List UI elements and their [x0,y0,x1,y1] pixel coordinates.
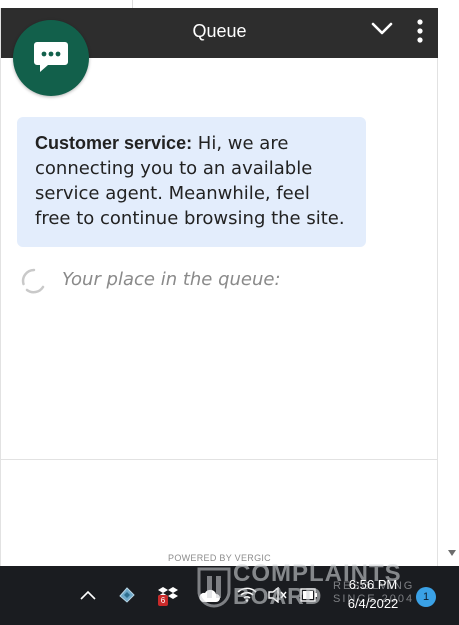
clock-date[interactable]: 6/4/2022 [332,596,414,611]
watermark-text-2: BOARD [233,583,323,609]
clock-time[interactable]: 6:56 PM [332,577,414,592]
app-icon[interactable] [117,586,137,604]
dropbox-badge: 6 [158,595,168,606]
message-bubble: Customer service: Hi, we are connecting … [17,117,366,247]
queue-status-text: Your place in the queue: [62,269,281,290]
more-vertical-icon[interactable] [415,18,425,48]
loading-spinner-icon [21,268,45,294]
agent-avatar [13,20,89,96]
page-divider [132,0,133,8]
notification-count-badge[interactable]: 1 [416,587,436,607]
chat-bubble-icon [34,42,68,72]
scroll-down-arrow-icon[interactable] [448,550,456,556]
page-scrollbar[interactable] [438,0,459,566]
chevron-down-icon[interactable] [370,20,394,38]
input-divider [1,459,438,460]
show-hidden-icons-icon[interactable] [79,589,97,601]
message-sender: Customer service: [35,133,193,153]
watermark-logo [196,566,232,608]
